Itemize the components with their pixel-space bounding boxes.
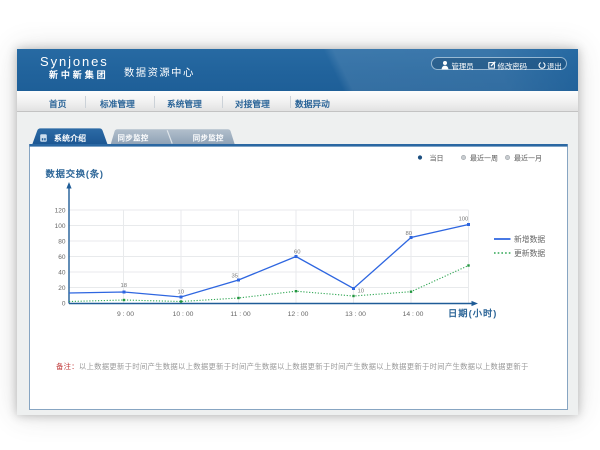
svg-text:同步监控: 同步监控 xyxy=(118,134,149,143)
svg-text:系统介绍: 系统介绍 xyxy=(54,133,86,143)
svg-text:20: 20 xyxy=(58,285,66,292)
svg-text:最近一月: 最近一月 xyxy=(514,153,542,162)
svg-text:10 : 00: 10 : 00 xyxy=(173,311,194,318)
svg-text:80: 80 xyxy=(406,231,413,237)
svg-text:更新数据: 更新数据 xyxy=(514,248,545,258)
svg-text:80: 80 xyxy=(58,239,66,246)
svg-text:新增数据: 新增数据 xyxy=(514,234,545,244)
svg-text:11 : 00: 11 : 00 xyxy=(230,311,251,318)
svg-text:35: 35 xyxy=(232,274,239,280)
svg-text:0: 0 xyxy=(62,301,66,308)
svg-text:9 : 00: 9 : 00 xyxy=(117,311,134,318)
svg-text:60: 60 xyxy=(294,250,301,256)
svg-text:13 : 00: 13 : 00 xyxy=(345,311,366,318)
svg-text:14 : 00: 14 : 00 xyxy=(403,311,424,318)
svg-text:12 : 00: 12 : 00 xyxy=(288,311,309,318)
svg-text:10: 10 xyxy=(178,290,185,296)
svg-text:日期(小时): 日期(小时) xyxy=(448,308,497,319)
svg-text:数据交换(条): 数据交换(条) xyxy=(46,168,104,179)
svg-text:120: 120 xyxy=(55,208,66,215)
svg-text:最近一周: 最近一周 xyxy=(470,153,498,162)
svg-text:10: 10 xyxy=(358,289,365,295)
svg-text:60: 60 xyxy=(58,254,66,261)
svg-text:40: 40 xyxy=(58,270,66,277)
svg-text:同步监控: 同步监控 xyxy=(193,134,224,143)
svg-text:100: 100 xyxy=(459,217,470,223)
svg-text:当日: 当日 xyxy=(430,153,444,162)
svg-text:18: 18 xyxy=(121,283,128,289)
svg-text:100: 100 xyxy=(55,223,66,230)
